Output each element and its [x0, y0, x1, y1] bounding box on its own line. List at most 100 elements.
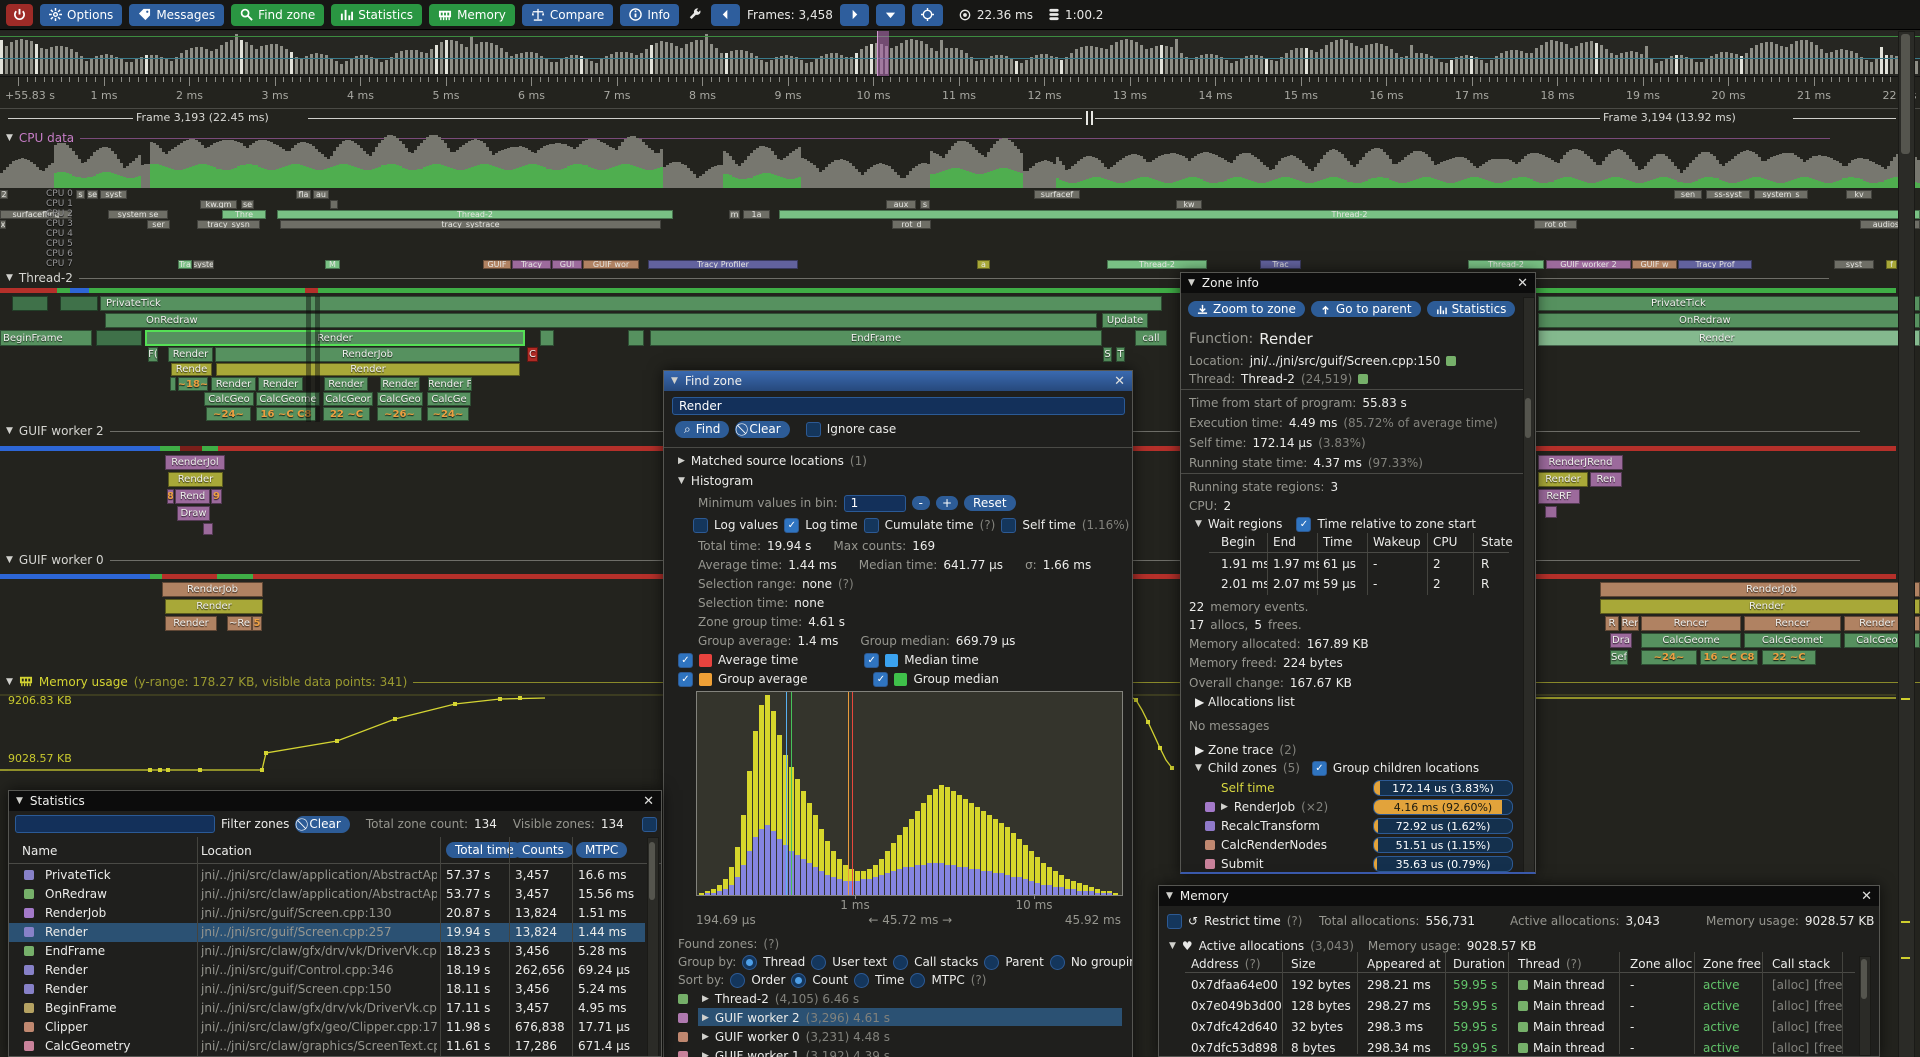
timeline-zone[interactable]: Render: [211, 377, 256, 391]
cpu-zone[interactable]: sen: [1674, 190, 1702, 199]
timeline-zone[interactable]: [60, 296, 98, 311]
find-zone-button[interactable]: Find zone: [231, 4, 324, 26]
timeline-zone[interactable]: OnRedraw: [1538, 313, 1920, 328]
histogram-section-label[interactable]: Histogram: [691, 474, 753, 488]
timeline-zone[interactable]: Rencer: [1744, 616, 1841, 631]
cpu-zone[interactable]: Thread-2: [1107, 260, 1207, 269]
timeline-zone[interactable]: Render: [380, 377, 420, 391]
timeline-zone[interactable]: Render: [168, 347, 213, 362]
timeline-zone[interactable]: [170, 377, 176, 391]
memory-button[interactable]: Memory: [429, 4, 515, 26]
cpu-zone[interactable]: Thre: [222, 210, 266, 219]
legend-checkbox[interactable]: ✓: [678, 672, 693, 687]
expand-icon[interactable]: ▶: [702, 994, 709, 1004]
timeline-zone[interactable]: RenderJRend: [1538, 455, 1623, 470]
collapse-icon[interactable]: ▼: [1188, 278, 1195, 288]
radio-time[interactable]: [854, 973, 869, 988]
timeline-zone[interactable]: Render: [216, 363, 520, 376]
memory-column-header[interactable]: Duration: [1453, 956, 1505, 972]
histogram-plot[interactable]: [696, 691, 1123, 896]
compare-button[interactable]: Compare: [522, 4, 613, 26]
timeline-zone[interactable]: CalcGeo: [377, 392, 423, 406]
timeline-zone[interactable]: OnRedraw: [105, 313, 1097, 328]
column-name[interactable]: Name: [22, 844, 57, 858]
cpu-zone[interactable]: f: [1886, 260, 1897, 269]
go-to-parent-button[interactable]: Go to parent: [1311, 301, 1421, 317]
messages-button[interactable]: Messages: [129, 4, 224, 26]
cpu-zone[interactable]: rot_d: [892, 220, 931, 229]
allocation-row[interactable]: 0x7e049b3d00128 bytes298.27 ms59.95 sMai…: [1159, 997, 1859, 1017]
expand-icon[interactable]: ▶: [702, 1013, 709, 1023]
cpu-zone[interactable]: s: [920, 200, 930, 209]
cpu-zone[interactable]: kw: [1176, 200, 1202, 209]
memory-column-header[interactable]: Zone free: [1703, 956, 1761, 972]
table-row[interactable]: Renderjni/../jni/src/guif/Screen.cpp:257…: [9, 923, 645, 942]
main-scrollbar[interactable]: [1898, 31, 1915, 1057]
time-relative-checkbox[interactable]: ✓: [1296, 517, 1311, 532]
plus-button[interactable]: +: [936, 496, 958, 510]
option-checkbox-log-values[interactable]: [693, 518, 708, 533]
cpu-zone[interactable]: tracy_systrace: [280, 220, 661, 229]
right-button[interactable]: [840, 4, 869, 26]
legend-checkbox[interactable]: ✓: [678, 653, 693, 668]
options-button[interactable]: Options: [40, 4, 122, 26]
cpu-zone[interactable]: 1a: [743, 210, 770, 219]
filter-zones-input[interactable]: [15, 815, 215, 833]
table-row[interactable]: OnRedrawjni/../jni/src/claw/application/…: [9, 885, 645, 904]
found-zone-row[interactable]: ▶GUIF worker 0(3,231) 4.48 s: [678, 1029, 890, 1045]
timeline-zone[interactable]: [12, 296, 48, 311]
cpu-zone[interactable]: se: [87, 190, 98, 199]
cpu-zone[interactable]: [330, 200, 338, 209]
timeline-zone[interactable]: 5: [252, 616, 262, 631]
cpu-zone[interactable]: GUIF wor: [583, 260, 639, 269]
memory-column-header[interactable]: Appeared at: [1367, 956, 1441, 972]
expand-icon[interactable]: ▶: [702, 1032, 709, 1042]
radio-parent[interactable]: [984, 955, 999, 970]
timeline-zone[interactable]: [1545, 506, 1557, 518]
section-header-cpu-data[interactable]: ▼CPU data: [6, 131, 1894, 145]
timeline-zone[interactable]: CalcGe: [427, 392, 471, 406]
memory-column-header[interactable]: Address(?): [1191, 956, 1261, 972]
column-counts-button[interactable]: Counts: [513, 842, 573, 858]
timeline-zone[interactable]: PrivateTick: [100, 296, 1162, 311]
min-values-input[interactable]: 1: [844, 495, 906, 512]
table-row[interactable]: PrivateTickjni/../jni/src/claw/applicati…: [9, 866, 645, 885]
timeline-zone[interactable]: 8: [167, 489, 174, 504]
timeline-zone[interactable]: 16 ~C C8: [1700, 650, 1758, 665]
cpu-zone[interactable]: Trac: [1260, 260, 1301, 269]
cpu-zone[interactable]: a: [977, 260, 990, 269]
find-zone-titlebar[interactable]: ▼ Find zone ✕: [664, 371, 1132, 391]
cpu-zone[interactable]: m: [729, 210, 740, 219]
memory-column-header[interactable]: Size: [1291, 956, 1316, 972]
close-icon[interactable]: ✕: [643, 794, 654, 809]
column-location[interactable]: Location: [201, 844, 252, 858]
timeline-zone[interactable]: Render: [165, 599, 263, 614]
timeline-zone[interactable]: 9: [211, 489, 222, 504]
statistics-button[interactable]: Statistics: [1427, 301, 1516, 317]
statistics-titlebar[interactable]: ▼ Statistics ✕: [9, 791, 661, 811]
cpu-zone[interactable]: Tracy Prof: [1678, 260, 1752, 269]
cpu-zone[interactable]: Thread-2: [277, 210, 673, 219]
timeline-zone[interactable]: Render: [1600, 599, 1920, 614]
section-header-thread-2[interactable]: ▼Thread-2: [6, 271, 1894, 285]
child-zone-row[interactable]: Self time172.14 us (3.83%): [1205, 780, 1274, 796]
timeline-zone[interactable]: CalcGeo: [204, 392, 254, 406]
timeline-zone[interactable]: S: [1103, 347, 1112, 362]
timeline-zone[interactable]: BeginFrame: [0, 330, 92, 346]
down-button[interactable]: [876, 4, 905, 26]
timeline-zone[interactable]: Ren: [1590, 472, 1622, 487]
table-row[interactable]: EndFramejni/../jni/src/claw/gfx/drv/vk/D…: [9, 942, 645, 961]
zone-info-titlebar[interactable]: ▼ Zone info ✕: [1181, 273, 1535, 293]
table-row[interactable]: Renderjni/../jni/src/guif/Control.cpp:34…: [9, 961, 645, 980]
crosshair-button[interactable]: [912, 4, 943, 26]
timeline-zone[interactable]: Render: [1538, 330, 1920, 346]
cpu-zone[interactable]: se: [241, 200, 254, 209]
legend-checkbox[interactable]: ✓: [873, 672, 888, 687]
cpu-zone[interactable]: GUIF: [483, 260, 511, 269]
cpu-zone[interactable]: GUIF worker 2: [1546, 260, 1631, 269]
cpu-zone[interactable]: ser: [147, 220, 170, 229]
cpu-zone[interactable]: Tracy: [512, 260, 551, 269]
timeline-zone[interactable]: EndFrame: [650, 330, 1102, 346]
filter-clear-button[interactable]: ⃠Clear: [295, 816, 349, 833]
timeline-zone[interactable]: 22 ~C: [1762, 650, 1816, 665]
